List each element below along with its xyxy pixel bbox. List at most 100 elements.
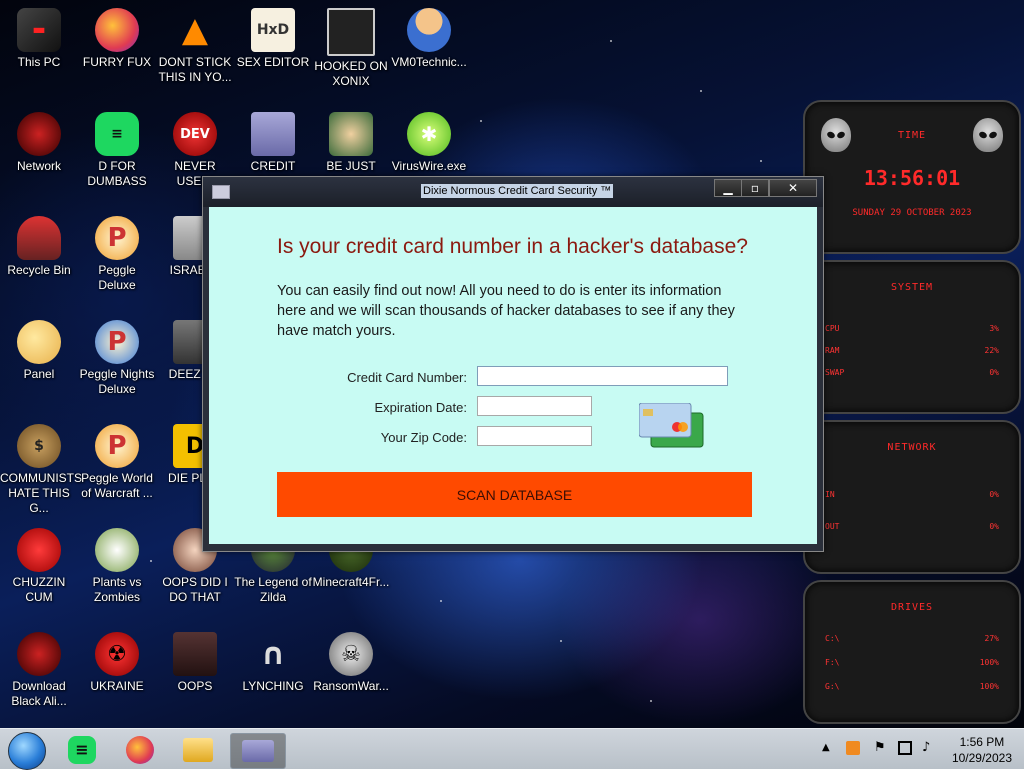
widget-system-panel: SYSTEM CPU 3% RAM 22% SWAP 0% (803, 260, 1021, 414)
tray-overflow-icon[interactable]: ▲ (822, 741, 836, 755)
credit-card-number-input[interactable] (477, 366, 728, 386)
icon-label: COMMUNISTS HATE THIS G... (0, 471, 82, 515)
limewire-icon: ✱ (407, 112, 451, 156)
clock-date: 10/29/2023 (951, 751, 1012, 765)
desktop-icon-peggle-wow[interactable]: P Peggle World of Warcraft ... (78, 424, 156, 501)
tray-app-icon[interactable] (846, 741, 860, 755)
desktop-icon-lynching[interactable]: ∩ LYNCHING (234, 632, 312, 694)
desktop-icon-viruswire[interactable]: ✱ VirusWire.exe (390, 112, 468, 174)
skull-icon: ☠ (329, 632, 373, 676)
firefox-icon (126, 736, 154, 764)
alien-head-icon (821, 118, 851, 152)
widget-row: CPU 3% (825, 324, 999, 333)
zip-code-label: Your Zip Code: (380, 430, 467, 445)
icon-label: Download Black Ali... (11, 679, 67, 708)
icon-label: FURRY FUX (82, 55, 152, 69)
xonix-icon (327, 8, 375, 56)
desktop-icon-chuzzin[interactable]: CHUZZIN CUM (0, 528, 78, 605)
network-icon (17, 112, 61, 156)
icon-label: Peggle World of Warcraft ... (81, 471, 153, 500)
widget-network-panel: NETWORK IN 0% OUT 0% (803, 420, 1021, 574)
credit-cards-icon (639, 403, 704, 448)
desktop-icon-download-black-ali[interactable]: Download Black Ali... (0, 632, 78, 709)
desktop-icon-furry-fux[interactable]: FURRY FUX (78, 8, 156, 70)
icon-label: This PC (17, 55, 61, 69)
taskbar-file-explorer[interactable] (174, 733, 222, 767)
close-button[interactable]: ✕ (769, 179, 817, 197)
icon-label: Minecraft4Fr... (312, 575, 390, 589)
widget-network-header: NETWORK (887, 442, 937, 453)
firefox-icon (95, 8, 139, 52)
peggle-wow-icon: P (95, 424, 139, 468)
icon-label: Peggle Nights Deluxe (79, 367, 155, 396)
widget-drives-panel: DRIVES C:\ 27% F:\ 100% G:\ 100% (803, 580, 1021, 724)
clock-time: 1:56 PM (959, 735, 1005, 749)
icon-label: LYNCHING (242, 679, 304, 693)
window-titlebar[interactable]: Dixie Normous Credit Card Security ™ ▁ ▫… (203, 177, 823, 207)
scan-database-button[interactable]: SCAN DATABASE (277, 472, 752, 517)
window-title: Dixie Normous Credit Card Security ™ (421, 184, 614, 198)
credit-card-number-label: Credit Card Number: (347, 370, 467, 385)
taskbar-firefox[interactable] (116, 733, 164, 767)
action-center-flag-icon[interactable]: ⚑ (874, 741, 888, 755)
peggle-icon: P (95, 216, 139, 260)
icon-label: DONT STICK THIS IN YO... (158, 55, 232, 84)
taskbar: ≡ ▲ ⚑ ♪ 1:56 PM 10/29/2023 (0, 728, 1024, 770)
desktop-icon-ransomware[interactable]: ☠ RansomWar... (312, 632, 390, 694)
vlc-cone-icon: ▲ (181, 10, 209, 50)
icon-label: VM0Technic... (391, 55, 467, 69)
icon-label: UKRAINE (90, 679, 144, 693)
icon-label: The Legend of Zilda (234, 575, 312, 604)
desktop-icon-vm0technic[interactable]: VM0Technic... (390, 8, 468, 70)
expiration-date-input[interactable] (477, 396, 592, 416)
desktop-icon-plants-vs-zombies[interactable]: Plants vs Zombies (78, 528, 156, 605)
desktop-icon-network[interactable]: Network (0, 112, 78, 174)
intro-text: You can easily find out now! All you nee… (277, 283, 735, 339)
desktop-icon-d-for-dumbass[interactable]: ≡ D FOR DUMBASS (78, 112, 156, 189)
icon-label: Recycle Bin (7, 263, 71, 277)
expiration-date-label: Expiration Date: (374, 400, 468, 415)
desktop-icon-oops[interactable]: OOPS (156, 632, 234, 694)
desktop-icon-hooked-on-xonix[interactable]: HOOKED ON XONIX (312, 8, 390, 89)
minimize-button[interactable]: ▁ (714, 179, 742, 197)
network-tray-icon[interactable] (898, 741, 912, 755)
widget-row: IN 0% (825, 490, 999, 499)
icon-label: Plants vs Zombies (92, 575, 142, 604)
desktop-icon-peggle-deluxe[interactable]: P Peggle Deluxe (78, 216, 156, 293)
widget-date: SUNDAY 29 OCTOBER 2023 (852, 208, 972, 218)
taskbar-credit-card-checker[interactable] (230, 733, 286, 769)
desktop-icon-dont-stick[interactable]: ▲ DONT STICK THIS IN YO... (156, 8, 234, 85)
page-heading: Is your credit card number in a hacker's… (277, 235, 748, 258)
clock[interactable]: 1:56 PM 10/29/2023 (952, 734, 1012, 766)
volume-icon[interactable]: ♪ (922, 741, 936, 755)
desktop-icon-recycle-bin[interactable]: Recycle Bin (0, 216, 78, 278)
alienware-icon (17, 632, 61, 676)
desktop-icon-this-pc[interactable]: ▬ This PC (0, 8, 78, 70)
icon-label: D FOR DUMBASS (87, 159, 147, 188)
alien-head-icon (973, 118, 1003, 152)
credit-card-icon (251, 112, 295, 156)
desktop-icon-peggle-nights[interactable]: P Peggle Nights Deluxe (78, 320, 156, 397)
desktop-icon-communists[interactable]: $ COMMUNISTS HATE THIS G... (0, 424, 82, 516)
credit-card-icon (242, 740, 274, 762)
notes-icon: ≡ (68, 736, 96, 764)
start-button[interactable] (8, 732, 46, 770)
folder-icon (183, 738, 213, 762)
widget-row: C:\ 27% (825, 634, 999, 643)
flower-icon (95, 528, 139, 572)
icon-label: Panel (23, 367, 55, 381)
widget-row: SWAP 0% (825, 368, 999, 377)
widget-time-panel: TIME 13:56:01 SUNDAY 29 OCTOBER 2023 (803, 100, 1021, 254)
zip-code-input[interactable] (477, 426, 592, 446)
widget-time-header: TIME (897, 130, 927, 141)
desktop-icon-sex-editor[interactable]: HxD SEX EDITOR (234, 8, 312, 70)
taskbar-notes-app[interactable]: ≡ (58, 733, 106, 767)
chuzzle-icon (17, 528, 61, 572)
widget-row: F:\ 100% (825, 658, 999, 667)
maximize-button[interactable]: ▫ (741, 179, 769, 197)
desktop-icon-panel[interactable]: Panel (0, 320, 78, 382)
credit-card-security-window: Dixie Normous Credit Card Security ™ ▁ ▫… (202, 176, 824, 552)
money-bag-icon: $ (17, 424, 61, 468)
dude-icon (329, 112, 373, 156)
desktop-icon-ukraine[interactable]: ☢ UKRAINE (78, 632, 156, 694)
